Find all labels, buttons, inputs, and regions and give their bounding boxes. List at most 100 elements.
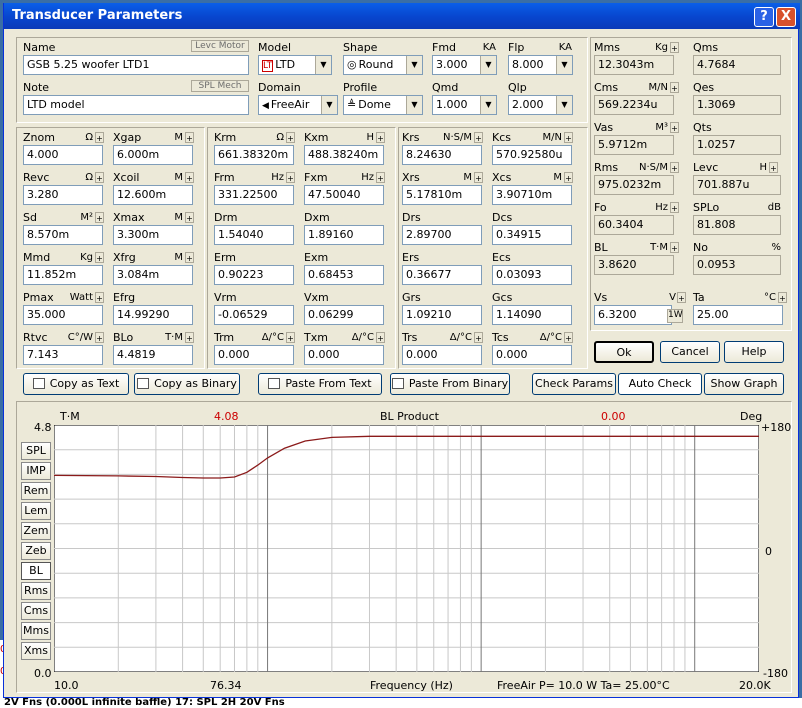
sd-input[interactable]: 8.570m [23,225,103,245]
chevron-down-icon[interactable]: ▼ [321,96,337,114]
graph-tab-rem[interactable]: Rem [21,482,51,500]
xfrg-unit-arrow-icon[interactable]: + [185,252,194,263]
mms-unit-arrow-icon[interactable]: + [670,42,679,53]
graph-tab-zeb[interactable]: Zeb [21,542,51,560]
paste-from-binary-button[interactable]: Paste From Binary [390,373,510,395]
drm-input[interactable]: 1.54040 [214,225,294,245]
domain-select[interactable]: ◀ FreeAir ▼ [258,95,338,115]
help-button[interactable]: Help [724,341,784,363]
dcs-input[interactable]: 0.34915 [492,225,572,245]
cancel-button[interactable]: Cancel [660,341,720,363]
trs-input[interactable]: 0.000 [402,345,482,365]
close-title-button[interactable]: X [776,7,796,27]
xrs-input[interactable]: 5.17810m [402,185,482,205]
graph-tab-cms[interactable]: Cms [21,602,51,620]
fmd-select[interactable]: 3.000 ▼ [432,55,497,75]
grs-input[interactable]: 1.09210 [402,305,482,325]
xrs-unit-arrow-icon[interactable]: + [474,172,483,183]
check-params-button[interactable]: Check Params [532,373,616,395]
rms-unit-arrow-icon[interactable]: + [670,162,679,173]
help-title-button[interactable]: ? [754,7,774,27]
xcoil-unit-arrow-icon[interactable]: + [185,172,194,183]
bl-unit-arrow-icon[interactable]: + [670,242,679,253]
vas-unit-arrow-icon[interactable]: + [670,122,679,133]
kcs-unit-arrow-icon[interactable]: + [564,132,573,143]
sd-unit-arrow-icon[interactable]: + [95,212,104,223]
chevron-down-icon[interactable]: ▼ [556,96,572,114]
trm-unit-arrow-icon[interactable]: + [286,332,295,343]
xcoil-input[interactable]: 12.600m [113,185,193,205]
graph-tab-xms[interactable]: Xms [21,642,51,660]
pmax-unit-arrow-icon[interactable]: + [95,292,104,303]
krm-unit-arrow-icon[interactable]: + [286,132,295,143]
frm-unit-arrow-icon[interactable]: + [286,172,295,183]
ta-unit-arrow-icon[interactable]: + [778,292,787,303]
drs-input[interactable]: 2.89700 [402,225,482,245]
frm-input[interactable]: 331.22500 [214,185,294,205]
chevron-down-icon[interactable]: ▼ [556,56,572,74]
chevron-down-icon[interactable]: ▼ [406,96,422,114]
levc-unit-arrow-icon[interactable]: + [769,162,778,173]
chevron-down-icon[interactable]: ▼ [480,96,496,114]
erm-input[interactable]: 0.90223 [214,265,294,285]
blo-unit-arrow-icon[interactable]: + [185,332,194,343]
znom-unit-arrow-icon[interactable]: + [95,132,104,143]
graph-tab-zem[interactable]: Zem [21,522,51,540]
show-graph-button[interactable]: Show Graph [704,373,784,395]
profile-select[interactable]: ≜ Dome ▼ [343,95,423,115]
xmax-input[interactable]: 3.300m [113,225,193,245]
blo-input[interactable]: 4.4819 [113,345,193,365]
vs-input[interactable]: 6.3200 [594,305,672,325]
exm-input[interactable]: 0.68453 [304,265,384,285]
one-watt-button[interactable]: 1W [667,309,683,323]
copy-as-text-button[interactable]: Copy as Text [23,373,129,395]
copy-as-binary-button[interactable]: Copy as Binary [134,373,240,395]
chevron-down-icon[interactable]: ▼ [480,56,496,74]
fxm-unit-arrow-icon[interactable]: + [376,172,385,183]
ers-input[interactable]: 0.36677 [402,265,482,285]
trs-unit-arrow-icon[interactable]: + [474,332,483,343]
pmax-input[interactable]: 35.000 [23,305,103,325]
shape-select[interactable]: ◎ Round ▼ [343,55,423,75]
trm-input[interactable]: 0.000 [214,345,294,365]
krm-input[interactable]: 661.38320m [214,145,294,165]
revc-input[interactable]: 3.280 [23,185,103,205]
rtvc-input[interactable]: 7.143 [23,345,103,365]
ecs-input[interactable]: 0.03093 [492,265,572,285]
note-input[interactable]: LTD model [23,95,249,115]
tcs-unit-arrow-icon[interactable]: + [564,332,573,343]
cms-unit-arrow-icon[interactable]: + [670,82,679,93]
graph-tab-imp[interactable]: IMP [21,462,51,480]
graph-tab-bl[interactable]: BL [21,562,51,580]
txm-input[interactable]: 0.000 [304,345,384,365]
kxm-unit-arrow-icon[interactable]: + [376,132,385,143]
rtvc-unit-arrow-icon[interactable]: + [95,332,104,343]
graph-tab-rms[interactable]: Rms [21,582,51,600]
model-select[interactable]: LT LTD ▼ [258,55,332,75]
gcs-input[interactable]: 1.14090 [492,305,572,325]
znom-input[interactable]: 4.000 [23,145,103,165]
graph-tab-lem[interactable]: Lem [21,502,51,520]
vxm-input[interactable]: 0.06299 [304,305,384,325]
qlp-select[interactable]: 2.000 ▼ [508,95,573,115]
vs-unit-arrow-icon[interactable]: + [677,292,686,303]
xgap-unit-arrow-icon[interactable]: + [185,132,194,143]
chevron-down-icon[interactable]: ▼ [406,56,422,74]
qmd-select[interactable]: 1.000 ▼ [432,95,497,115]
graph-tab-spl[interactable]: SPL [21,442,51,460]
ta-input[interactable]: 25.00 [693,305,783,325]
mmd-unit-arrow-icon[interactable]: + [95,252,104,263]
vrm-input[interactable]: -0.06529 [214,305,294,325]
krs-input[interactable]: 8.24630 [402,145,482,165]
auto-check-toggle[interactable]: Auto Check [618,373,702,395]
xcs-input[interactable]: 3.90710m [492,185,572,205]
ok-button[interactable]: Ok [594,341,654,363]
kxm-input[interactable]: 488.38240m [304,145,384,165]
efrg-input[interactable]: 14.99290 [113,305,193,325]
xfrg-input[interactable]: 3.084m [113,265,193,285]
paste-from-text-button[interactable]: Paste From Text [258,373,382,395]
krs-unit-arrow-icon[interactable]: + [474,132,483,143]
flp-select[interactable]: 8.000 ▼ [508,55,573,75]
mmd-input[interactable]: 11.852m [23,265,103,285]
xgap-input[interactable]: 6.000m [113,145,193,165]
